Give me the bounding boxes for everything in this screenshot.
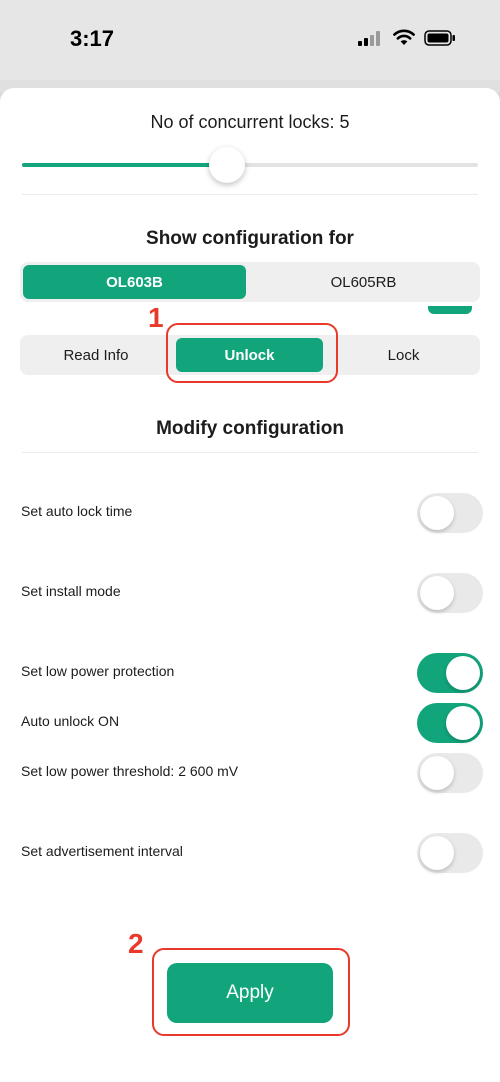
auto-lock-time-toggle[interactable] bbox=[417, 493, 483, 533]
model-option-ol603b[interactable]: OL603B bbox=[23, 265, 246, 299]
annotation-number-2: 2 bbox=[128, 928, 144, 959]
setting-auto-unlock: Auto unlock ON bbox=[0, 703, 500, 743]
status-time: 3:17 bbox=[70, 26, 115, 51]
setting-advertisement-interval: Set advertisement interval bbox=[0, 833, 500, 873]
setting-label: Set low power threshold: 2 600 mV bbox=[21, 763, 239, 779]
show-configuration-title: Show configuration for bbox=[146, 228, 354, 249]
wifi-icon bbox=[393, 29, 415, 45]
action-read-info[interactable]: Read Info bbox=[23, 338, 169, 372]
install-mode-toggle[interactable] bbox=[417, 573, 483, 613]
setting-label: Set auto lock time bbox=[21, 503, 133, 519]
setting-label: Set install mode bbox=[21, 583, 121, 599]
low-power-threshold-toggle[interactable] bbox=[417, 753, 483, 793]
setting-label: Auto unlock ON bbox=[21, 713, 120, 729]
annotation-highlight-unlock bbox=[166, 323, 338, 383]
low-power-protection-toggle[interactable] bbox=[417, 653, 483, 693]
slider-thumb[interactable] bbox=[209, 147, 245, 183]
annotation-number-1: 1 bbox=[148, 302, 164, 333]
concurrent-locks-label: No of concurrent locks: 5 bbox=[150, 112, 350, 132]
divider bbox=[22, 452, 478, 453]
status-bar: 3:17 bbox=[0, 0, 500, 80]
toggle-knob bbox=[446, 706, 480, 740]
model-segmented-control: OL603B OL605RB bbox=[20, 262, 480, 302]
configuration-sheet: No of concurrent locks: 5 Show configura… bbox=[0, 88, 500, 1082]
cellular-signal-icon bbox=[358, 30, 384, 46]
advertisement-interval-toggle[interactable] bbox=[417, 833, 483, 873]
divider bbox=[22, 194, 478, 195]
setting-install-mode: Set install mode bbox=[0, 573, 500, 613]
action-lock[interactable]: Lock bbox=[330, 338, 477, 372]
apply-button[interactable]: Apply bbox=[167, 963, 333, 1023]
slider-fill bbox=[22, 163, 227, 167]
model-option-ol605rb[interactable]: OL605RB bbox=[250, 265, 477, 299]
auto-unlock-toggle[interactable] bbox=[417, 703, 483, 743]
setting-low-power-threshold: Set low power threshold: 2 600 mV bbox=[0, 753, 500, 793]
toggle-knob bbox=[420, 836, 454, 870]
setting-low-power-protection: Set low power protection bbox=[0, 653, 500, 693]
toggle-knob bbox=[446, 656, 480, 690]
toggle-knob bbox=[420, 576, 454, 610]
partially-hidden-toggle bbox=[428, 306, 472, 314]
setting-label: Set advertisement interval bbox=[21, 843, 183, 859]
modify-configuration-title: Modify configuration bbox=[156, 418, 344, 439]
battery-icon bbox=[424, 30, 455, 46]
concurrent-locks-slider[interactable] bbox=[22, 147, 478, 183]
setting-auto-lock-time: Set auto lock time bbox=[0, 493, 500, 533]
toggle-knob bbox=[420, 756, 454, 790]
toggle-knob bbox=[420, 496, 454, 530]
setting-label: Set low power protection bbox=[21, 663, 175, 679]
